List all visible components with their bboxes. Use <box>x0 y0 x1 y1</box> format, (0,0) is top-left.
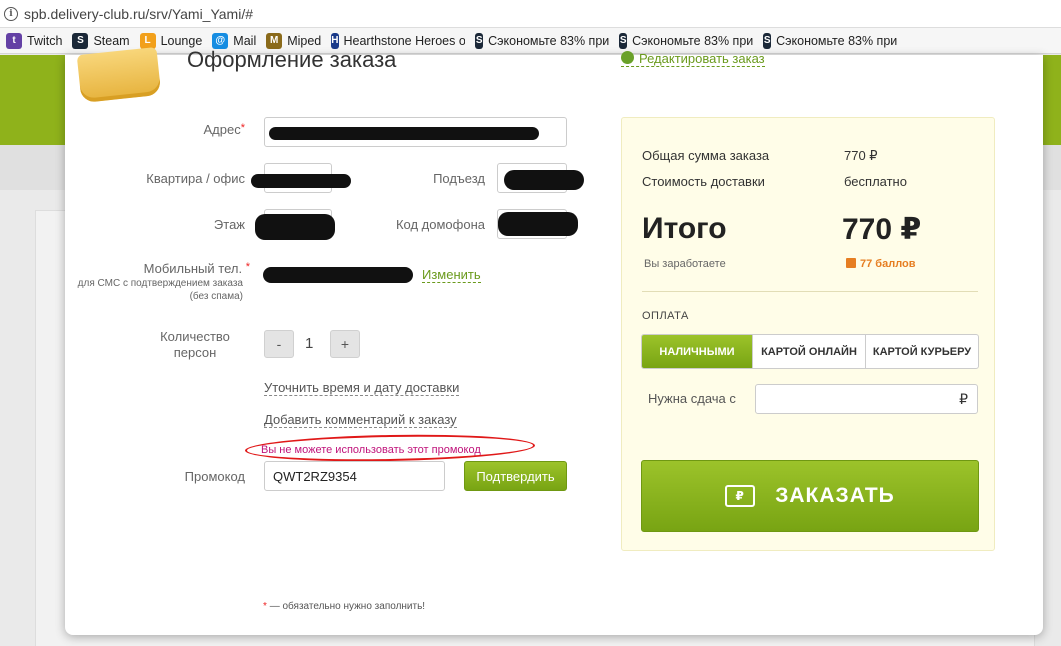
confirm-promo-button[interactable]: Подтвердить <box>464 461 567 491</box>
floor-input[interactable] <box>255 209 335 240</box>
mobile-label: Мобильный тел. * <box>143 261 250 276</box>
info-icon[interactable]: i <box>4 6 18 21</box>
tab-pay-cash[interactable]: НАЛИЧНЫМИ <box>642 335 753 368</box>
bookmark-twitch[interactable]: t Twitch <box>6 32 62 49</box>
modal-title: Оформление заказа <box>187 47 397 72</box>
change-amount-input[interactable]: ₽ <box>755 384 978 414</box>
intercom-label: Код домофона <box>395 217 485 232</box>
change-amount-label: Нужна сдача с <box>648 391 736 406</box>
floor-label: Этаж <box>213 217 245 232</box>
apartment-label: Квартира / офис <box>146 171 245 186</box>
steam-icon: S <box>763 32 772 49</box>
intercom-input[interactable] <box>497 209 578 239</box>
summary-divider <box>642 291 978 292</box>
ruble-sign: ₽ <box>959 391 968 407</box>
promo-label: Промокод <box>184 469 245 484</box>
delivery-cost-value: бесплатно <box>844 174 907 189</box>
place-order-button[interactable]: ₽ ЗАКАЗАТЬ <box>641 460 979 532</box>
change-phone-link[interactable]: Изменить <box>422 267 481 283</box>
entrance-input[interactable] <box>497 163 584 193</box>
persons-count: 1 <box>305 335 314 352</box>
basket-icon <box>76 46 162 104</box>
steam-icon: S <box>619 32 628 49</box>
bookmark-steam[interactable]: S Steam <box>72 32 130 49</box>
order-summary-panel: Общая сумма заказа 770 ₽ Стоимость доста… <box>621 117 995 551</box>
entrance-label: Подъезд <box>433 171 485 186</box>
red-annotation-circle <box>244 432 536 464</box>
url-text[interactable]: spb.delivery-club.ru/srv/Yami_Yami/# <box>24 6 253 22</box>
required-note: * — обязательно нужно заполнить! <box>263 601 426 612</box>
mobile-value-redacted <box>263 267 413 283</box>
grand-total-value: 770 ₽ <box>842 213 922 246</box>
twitch-icon: t <box>6 32 22 49</box>
gift-icon <box>846 258 856 268</box>
address-bar[interactable]: i spb.delivery-club.ru/srv/Yami_Yami/# <box>0 0 1061 28</box>
tab-pay-card-online[interactable]: КАРТОЙ ОНЛАЙН <box>753 335 866 368</box>
apartment-input[interactable] <box>251 163 351 193</box>
delivery-time-link[interactable]: Уточнить время и дату доставки <box>264 380 460 396</box>
bookmark-steam-sale-3[interactable]: S Сэкономьте 83% при <box>763 32 897 49</box>
add-comment-link[interactable]: Добавить комментарий к заказу <box>264 412 457 428</box>
address-input[interactable] <box>264 117 567 147</box>
order-total-value: 770 ₽ <box>844 148 878 163</box>
lounge-icon: L <box>139 32 156 49</box>
check-icon <box>621 51 634 64</box>
promo-code-input[interactable]: QWT2RZ9354 <box>264 461 445 491</box>
address-label: Адрес* <box>203 122 246 137</box>
bookmarks-bar: t Twitch S Steam L Lounge @ Mail M Miped H Hea… <box>0 28 1061 54</box>
payment-tabs: НАЛИЧНЫМИ КАРТОЙ ОНЛАЙН КАРТОЙ КУРЬЕРУ <box>641 334 979 369</box>
grand-total-label: Итого <box>642 212 727 245</box>
payment-title: ОПЛАТА <box>642 310 689 322</box>
delivery-cost-label: Стоимость доставки <box>642 174 765 189</box>
mobile-sub-label: для СМС с подтверждением заказа (без спа… <box>77 278 243 302</box>
earn-label: Вы заработаете <box>644 258 726 270</box>
checkout-modal: Оформление заказа Редактировать заказ Ад… <box>65 46 1043 635</box>
order-total-label: Общая сумма заказа <box>642 148 770 163</box>
edit-order-link[interactable]: Редактировать заказ <box>621 51 765 67</box>
decrease-persons-button[interactable]: - <box>264 330 294 358</box>
bookmark-steam-sale-1[interactable]: S Сэкономьте 83% при <box>475 32 609 49</box>
persons-label: Количество персон <box>160 329 230 360</box>
steam-icon: S <box>72 32 89 49</box>
increase-persons-button[interactable]: + <box>330 330 360 358</box>
earn-points: 77 баллов <box>846 258 916 270</box>
steam-icon: S <box>475 32 484 49</box>
money-icon: ₽ <box>725 485 756 507</box>
tab-pay-card-courier[interactable]: КАРТОЙ КУРЬЕРУ <box>866 335 978 368</box>
bookmark-steam-sale-2[interactable]: S Сэкономьте 83% при <box>619 32 753 49</box>
